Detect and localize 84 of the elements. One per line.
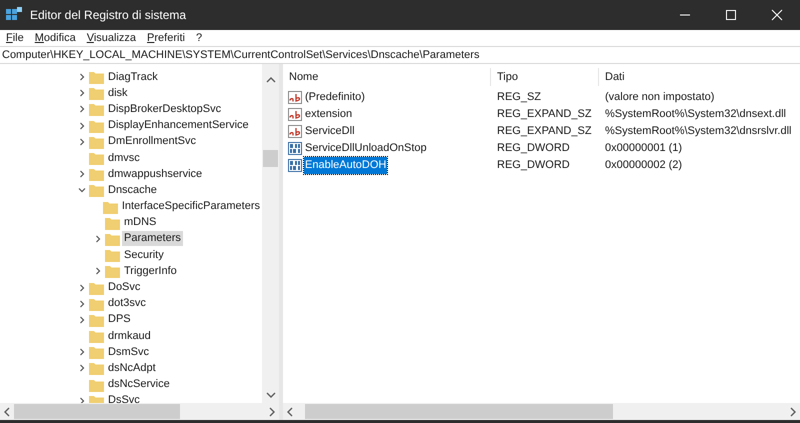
folder-icon — [105, 216, 120, 230]
folder-icon — [89, 361, 104, 376]
chevron-down-icon[interactable] — [78, 186, 86, 194]
folder-icon — [89, 183, 104, 198]
chevron-right-icon[interactable] — [94, 234, 102, 243]
menu-item[interactable]: Modifica — [30, 30, 80, 46]
tree-item[interactable]: Parameters — [122, 231, 183, 246]
chevron-right-icon[interactable] — [78, 170, 86, 178]
folder-icon — [105, 264, 120, 278]
tree-item[interactable]: dmwappushservice — [106, 166, 204, 182]
menu-item[interactable]: Visualizza — [82, 30, 140, 46]
folder-icon — [89, 102, 104, 116]
value-name[interactable]: ServiceDll — [304, 123, 356, 140]
column-header[interactable]: Nome — [283, 68, 491, 86]
tree-item[interactable]: mDNS — [122, 215, 158, 230]
tree-item[interactable]: dmvsc — [106, 150, 142, 166]
horizontal-scrollbar[interactable] — [0, 403, 279, 420]
tree-item[interactable]: dsNcService — [106, 377, 172, 392]
value-name[interactable]: ServiceDllUnloadOnStop — [304, 140, 428, 157]
tree-item[interactable]: disk — [106, 86, 130, 101]
scrollbar-thumb[interactable] — [14, 404, 180, 419]
tree-item[interactable]: DPS — [106, 312, 133, 328]
tree-item[interactable]: DiagTrack — [106, 70, 160, 85]
table-cell-text: %SystemRoot%\System32\dnsrslvr.dll — [604, 124, 792, 140]
folder-icon — [89, 296, 104, 311]
menu-item[interactable]: ? — [192, 30, 206, 46]
tree-item[interactable]: drmkaud — [106, 328, 153, 344]
table-cell-text: REG_SZ — [496, 90, 542, 106]
string-value-icon — [288, 91, 302, 104]
menu-item[interactable]: File — [2, 30, 28, 46]
table-cell-text: 0x00000002 (2) — [604, 158, 684, 174]
table-cell-text: REG_EXPAND_SZ — [496, 107, 593, 122]
folder-icon — [89, 329, 104, 344]
scroll-up-icon[interactable] — [266, 76, 276, 84]
column-header[interactable]: Tipo — [491, 68, 599, 86]
value-name[interactable]: (Predefinito) — [304, 89, 366, 106]
folder-icon — [105, 248, 120, 262]
folder-icon — [89, 167, 104, 182]
folder-icon — [89, 345, 104, 360]
folder-icon — [102, 200, 118, 214]
folder-icon — [89, 280, 104, 295]
table-cell-text: 0x00000001 (1) — [604, 141, 684, 156]
scroll-down-icon[interactable] — [266, 391, 276, 399]
chevron-right-icon[interactable] — [78, 396, 86, 403]
string-value-icon — [288, 108, 302, 121]
table-cell-text: REG_DWORD — [496, 141, 571, 156]
binary-value-icon — [288, 142, 302, 155]
registry-app-icon — [6, 7, 22, 23]
address-bar[interactable]: Computer\HKEY_LOCAL_MACHINE\SYSTEM\CurrentControlSet\Services\Dnscache\Parameters — [0, 46, 800, 64]
tree-item[interactable]: DisplayEnhancementService — [106, 118, 251, 134]
tree-item[interactable]: DsmSvc — [106, 344, 151, 360]
string-value-icon — [288, 125, 302, 138]
folder-icon — [89, 134, 104, 149]
tree-item[interactable]: Security — [122, 248, 166, 263]
folder-icon — [89, 312, 104, 327]
table-cell-text: REG_DWORD — [496, 158, 571, 174]
column-header[interactable]: Dati — [599, 68, 800, 86]
folder-icon — [89, 378, 104, 392]
tree-item[interactable]: DsSvc — [106, 393, 142, 403]
tree-item[interactable]: DispBrokerDesktopSvc — [106, 102, 224, 117]
binary-value-icon — [288, 159, 302, 172]
scrollbar-thumb[interactable] — [263, 150, 278, 167]
value-name[interactable]: extension — [304, 106, 354, 123]
folder-icon — [89, 118, 104, 133]
scrollbar-thumb[interactable] — [305, 404, 613, 419]
table-cell-text: REG_EXPAND_SZ — [496, 124, 593, 140]
tree-item[interactable]: dsNcAdpt — [106, 360, 158, 376]
vertical-scrollbar[interactable] — [262, 64, 279, 403]
folder-icon — [89, 151, 104, 166]
menu-item[interactable]: Preferiti — [143, 30, 189, 46]
tree-item[interactable]: Dnscache — [106, 182, 159, 198]
tree-item[interactable]: DmEnrollmentSvc — [106, 134, 198, 150]
table-cell-text: %SystemRoot%\System32\dnsext.dll — [604, 107, 787, 122]
tree-item[interactable]: DoSvc — [106, 280, 142, 296]
value-name[interactable]: EnableAutoDOH — [304, 157, 388, 174]
table-cell-text: (valore non impostato) — [604, 90, 716, 106]
tree-item[interactable]: InterfaceSpecificParameters — [120, 199, 262, 214]
tree-item[interactable]: dot3svc — [106, 296, 148, 312]
folder-icon — [89, 86, 104, 100]
folder-icon — [105, 232, 120, 246]
tree-item[interactable]: TriggerInfo — [122, 264, 179, 279]
horizontal-scrollbar[interactable] — [283, 403, 800, 420]
folder-icon — [89, 70, 104, 84]
window-title: Editor del Registro di sistema — [30, 7, 186, 24]
